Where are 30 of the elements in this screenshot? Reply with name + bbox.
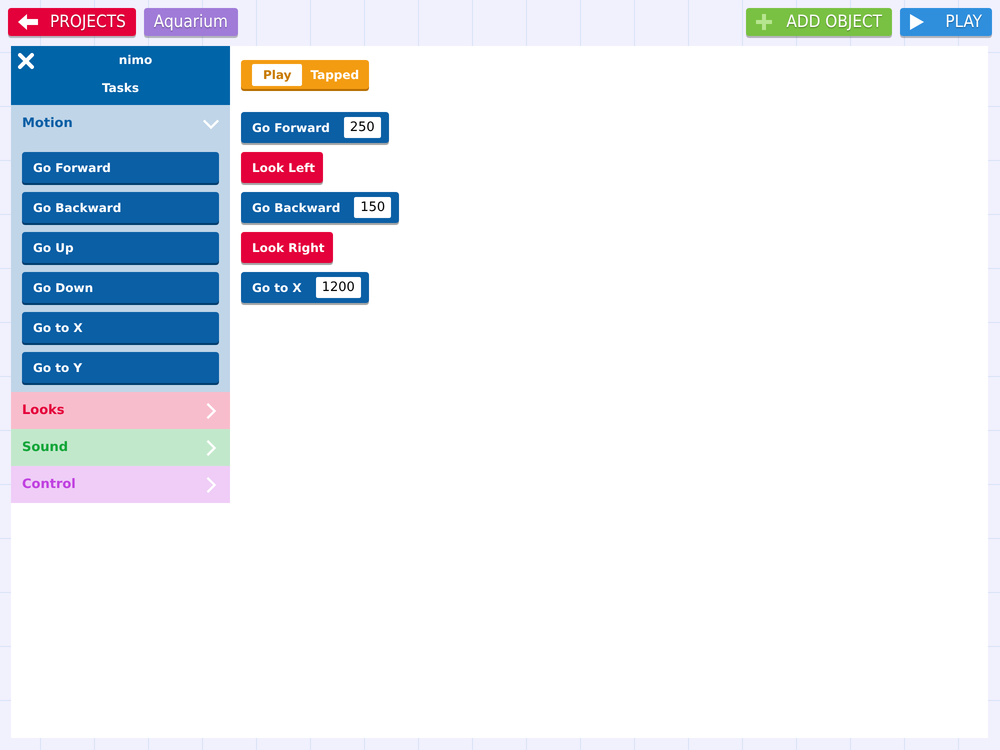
play-icon [910, 14, 924, 30]
plus-icon [756, 14, 772, 30]
script-block[interactable]: Go Backward 150 [241, 192, 400, 223]
object-name: nimo [118, 53, 152, 67]
palette-block[interactable]: Go to Y [22, 352, 219, 383]
number-input[interactable]: 150 [354, 197, 392, 218]
script-block[interactable]: Look Left [241, 152, 324, 183]
palette-block[interactable]: Go to X [22, 312, 219, 343]
close-icon[interactable] [18, 53, 34, 69]
project-name-button[interactable]: Aquarium [144, 8, 238, 36]
script-block[interactable]: Go to X 1200 [241, 272, 369, 303]
palette-block[interactable]: Go Down [22, 272, 219, 303]
block-label: Go Backward [252, 200, 340, 214]
number-input[interactable]: 250 [344, 117, 381, 138]
palette-block[interactable]: Go Backward [22, 192, 219, 223]
palette-block[interactable]: Go Up [22, 232, 219, 263]
category-header[interactable]: Motion [11, 105, 230, 142]
trigger-label: Tapped [310, 68, 360, 82]
number-input[interactable]: 1200 [316, 277, 361, 298]
sidebar-subtitle: Tasks [102, 81, 139, 95]
script-block[interactable]: Go Forward 250 [241, 112, 389, 143]
trigger-block[interactable]: Play Tapped [241, 60, 370, 89]
block-label: Go to X [252, 280, 302, 294]
play-button[interactable]: PLAY [900, 8, 992, 36]
palette-block[interactable]: Go Forward [22, 152, 219, 183]
projects-button[interactable]: PROJECTS [8, 8, 136, 36]
script-block[interactable]: Look Right [241, 232, 333, 263]
back-arrow-icon [18, 14, 38, 30]
block-label: Go Forward [252, 120, 330, 134]
trigger-value: Play [252, 64, 302, 86]
